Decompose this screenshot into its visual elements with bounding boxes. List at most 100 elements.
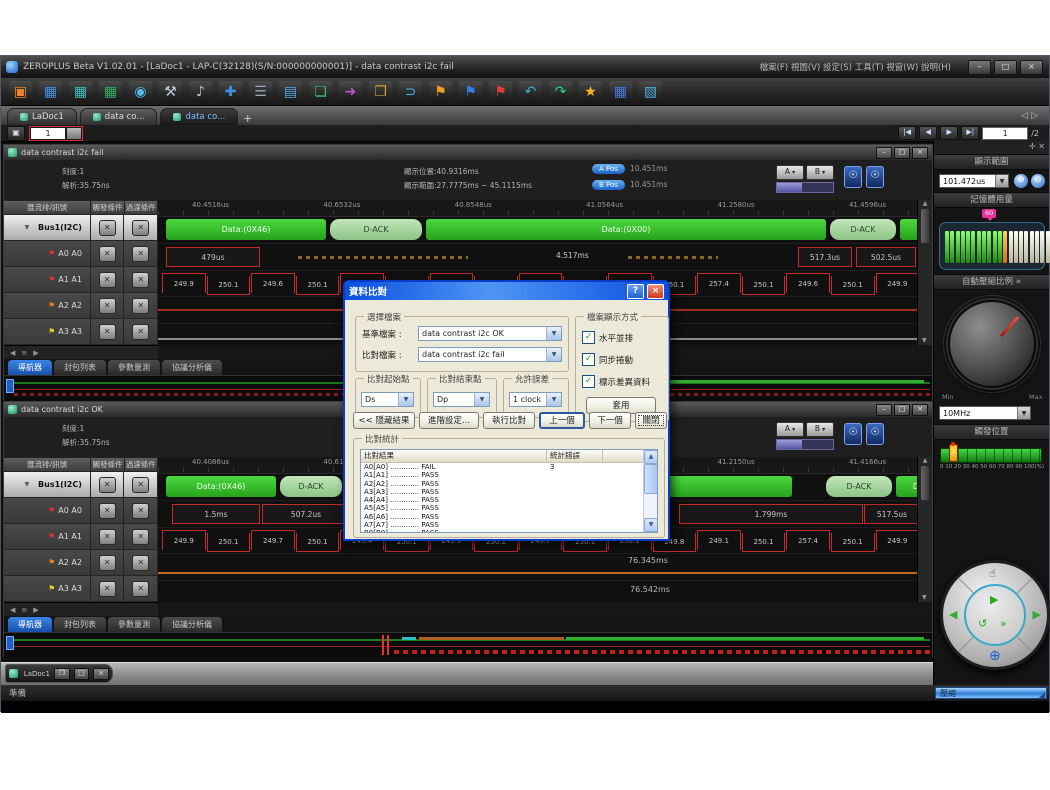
- stats-row[interactable]: A5[A5] ............. PASS: [361, 504, 657, 512]
- minimized-window-bar[interactable]: LaDoc1 ❐ □ ×: [5, 664, 113, 683]
- child-maximize-button[interactable]: □: [894, 404, 910, 416]
- list-scrollbar[interactable]: ▲ ▼: [643, 450, 657, 532]
- sample-rate-combo[interactable]: 10MHz▼: [939, 406, 1031, 420]
- display-checkbox[interactable]: ✓同步捲動: [582, 353, 633, 366]
- b-pos-button[interactable]: B Pos: [592, 180, 625, 190]
- child-title-bar[interactable]: data contrast i2c fail – □ ×: [4, 145, 932, 160]
- channel-row[interactable]: ⚑A1 A1 ✕ ✕: [4, 524, 158, 550]
- pin-icon[interactable]: ✛: [1029, 142, 1036, 151]
- compare-file-combo[interactable]: data contrast i2c fail▼: [418, 347, 562, 362]
- bus-trigger-toggle[interactable]: ✕: [99, 220, 116, 236]
- channel-column-header[interactable]: 匯流排/訊號: [4, 200, 91, 215]
- window-tab[interactable]: 協議分析儀: [162, 617, 222, 632]
- lamp-a-icon[interactable]: ☉: [844, 166, 862, 188]
- window-tab[interactable]: 導航器: [8, 360, 52, 375]
- window-tab[interactable]: 導航器: [8, 617, 52, 632]
- logic-gate-icon[interactable]: ⊃: [399, 81, 422, 103]
- tolerance-combo[interactable]: 1 clock▼: [509, 392, 562, 407]
- stats-row[interactable]: A2[A2] ............. PASS: [361, 480, 657, 488]
- bus-segment[interactable]: D-ACK: [826, 476, 892, 497]
- channel-column-header[interactable]: 觸發條件: [91, 200, 124, 215]
- child-minimize-button[interactable]: –: [876, 147, 892, 159]
- channel-column-header[interactable]: 過濾條件: [125, 457, 158, 472]
- dialog-title-bar[interactable]: 資料比對 ? ×: [345, 282, 668, 300]
- marker-b-select[interactable]: B: [806, 165, 834, 180]
- bus-filter-toggle[interactable]: ✕: [132, 220, 149, 236]
- bus-filter-toggle[interactable]: ✕: [132, 477, 149, 493]
- stats-row[interactable]: A7[A7] ............. PASS: [361, 521, 657, 529]
- dialog-button[interactable]: << 隱藏結果: [353, 412, 415, 429]
- last-page-button[interactable]: ▶|: [961, 126, 979, 140]
- child-close-button[interactable]: ×: [912, 147, 928, 159]
- layout-icon[interactable]: ❏: [309, 81, 332, 103]
- channel-row[interactable]: ⚑A0 A0 ✕ ✕: [4, 498, 158, 524]
- navigation-wheel[interactable]: ☝ ◀ ▶ ▶ ↺ » ⊕: [940, 560, 1050, 670]
- end-point-combo[interactable]: Dp▼: [433, 392, 490, 407]
- trigger-toggle[interactable]: ✕: [99, 529, 116, 545]
- dialog-close-button[interactable]: ×: [647, 284, 664, 299]
- filter-toggle[interactable]: ✕: [132, 581, 149, 597]
- save-icon[interactable]: ▦: [39, 81, 62, 103]
- stats-row[interactable]: A0[A0] ............. FAIL3: [361, 463, 657, 471]
- document-tab[interactable]: data co...: [80, 108, 158, 125]
- zoom-back-icon[interactable]: ↶: [519, 81, 542, 103]
- compare-icon[interactable]: ❐: [369, 81, 392, 103]
- voice-icon[interactable]: ♪: [189, 81, 212, 103]
- vertical-scrollbar[interactable]: ▲▼: [917, 200, 932, 345]
- minimize-button[interactable]: –: [968, 60, 991, 75]
- marker-b-select[interactable]: B: [806, 422, 834, 437]
- filter-toggle[interactable]: ✕: [132, 324, 149, 340]
- display-range-combo[interactable]: 101.472us▼: [939, 174, 1009, 188]
- start-point-combo[interactable]: Ds▼: [361, 392, 414, 407]
- trigger-toggle[interactable]: ✕: [99, 503, 116, 519]
- edit-mode-icon[interactable]: ▣: [7, 126, 25, 141]
- window-tab[interactable]: 參數量測: [108, 360, 160, 375]
- add-tab-button[interactable]: +: [243, 112, 252, 125]
- flag-orange-icon[interactable]: ⚑: [429, 81, 452, 103]
- filter-toggle[interactable]: ✕: [132, 555, 149, 571]
- filter-toggle[interactable]: ✕: [132, 272, 149, 288]
- filter-toggle[interactable]: ✕: [132, 246, 149, 262]
- channel-column-header[interactable]: 觸發條件: [91, 457, 124, 472]
- bus-segment[interactable]: D-ACK: [830, 219, 896, 240]
- next-page-button[interactable]: ▶: [940, 126, 958, 140]
- dialog-button[interactable]: 上一個: [539, 412, 585, 429]
- favorites-icon[interactable]: ★: [579, 81, 602, 103]
- stats-row[interactable]: B0[B0] ............. PASS: [361, 529, 657, 533]
- page-field[interactable]: 1: [31, 128, 65, 139]
- help-button[interactable]: ?: [627, 284, 644, 299]
- filter-toggle[interactable]: ✕: [132, 529, 149, 545]
- display-checkbox[interactable]: ✓水平並排: [582, 331, 633, 344]
- open-file-icon[interactable]: ▣: [9, 81, 32, 103]
- trigger-toggle[interactable]: ✕: [99, 555, 116, 571]
- menu-bar[interactable]: 檔案(F) 視圖(V) 設定(S) 工具(T) 視窗(W) 說明(H): [760, 61, 951, 73]
- window-tab[interactable]: 封包列表: [54, 360, 106, 375]
- trigger-marker[interactable]: [949, 444, 958, 462]
- child-maximize-button[interactable]: □: [894, 147, 910, 159]
- result-column-header[interactable]: 比對結果: [361, 450, 547, 462]
- maximize-button[interactable]: □: [74, 668, 90, 680]
- vertical-scrollbar[interactable]: ▲▼: [917, 457, 932, 602]
- stats-row[interactable]: A3[A3] ............. PASS: [361, 488, 657, 496]
- channel-row[interactable]: ⚑A3 A3 ✕ ✕: [4, 319, 158, 345]
- sample-rate-knob[interactable]: [948, 300, 1036, 388]
- bus-segment[interactable]: Data:(0X00): [426, 219, 826, 240]
- bus-segment[interactable]: Data:(0X46): [166, 476, 276, 497]
- tab-scroll-buttons[interactable]: ◁▷: [1021, 111, 1041, 121]
- marker-a-select[interactable]: A: [776, 165, 804, 180]
- lamp-b-icon[interactable]: ☉: [866, 423, 884, 445]
- dialog-button[interactable]: 執行比對: [483, 412, 535, 429]
- dialog-button[interactable]: 進階設定...: [419, 412, 479, 429]
- document-tab[interactable]: data co...: [160, 108, 238, 125]
- more-icon[interactable]: »: [1016, 277, 1021, 287]
- stats-row[interactable]: A6[A6] ............. PASS: [361, 513, 657, 521]
- maximize-button[interactable]: □: [994, 60, 1017, 75]
- scroll-left-icon[interactable]: ◀: [949, 609, 957, 620]
- stats-row[interactable]: A1[A1] ............. PASS: [361, 471, 657, 479]
- add-device-icon[interactable]: ✚: [219, 81, 242, 103]
- bus-segment[interactable]: D-ACK: [330, 219, 422, 240]
- channel-row[interactable]: ⚑A2 A2 ✕ ✕: [4, 293, 158, 319]
- restore-button[interactable]: ❐: [54, 668, 70, 680]
- export-icon[interactable]: ➜: [339, 81, 362, 103]
- trigger-toggle[interactable]: ✕: [99, 324, 116, 340]
